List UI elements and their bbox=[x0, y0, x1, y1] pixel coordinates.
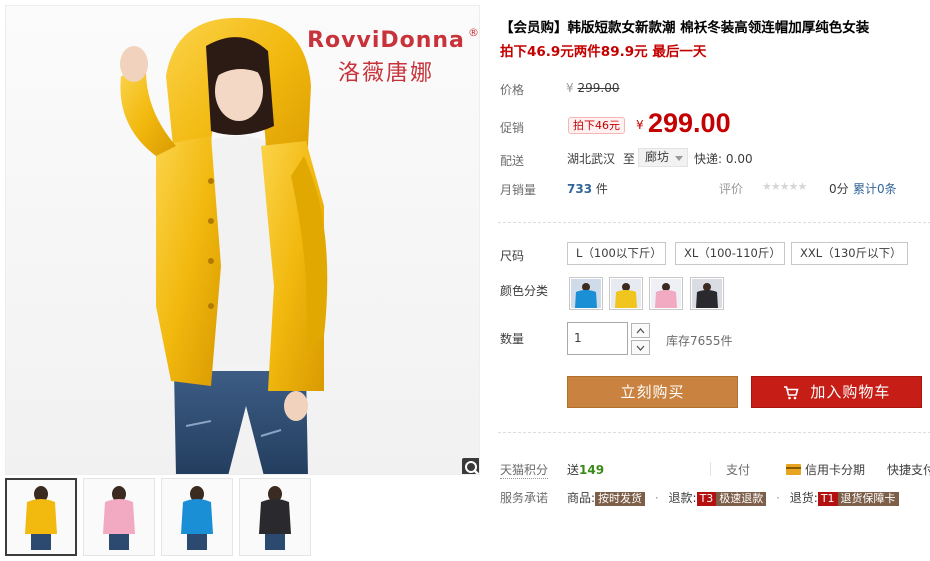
promo-label: 促销 bbox=[500, 121, 525, 135]
thumbnail-image bbox=[103, 486, 135, 550]
thumbnail-pink[interactable] bbox=[83, 478, 155, 556]
thumbnail-black[interactable] bbox=[239, 478, 311, 556]
express-label: 快递: bbox=[694, 152, 723, 166]
service-label: 服务承诺 bbox=[500, 491, 549, 505]
points-amount: 149 bbox=[579, 463, 605, 477]
monthly-sales: 733 件 bbox=[567, 180, 608, 197]
buy-now-button[interactable]: 立刻购买 bbox=[567, 376, 738, 408]
shipping-label: 配送 bbox=[500, 154, 525, 168]
color-swatch-yellow[interactable] bbox=[609, 277, 643, 310]
product-subtitle: 拍下46.9元两件89.9元 最后一天 bbox=[500, 44, 707, 60]
thumbnail-yellow[interactable] bbox=[5, 478, 77, 556]
color-swatch-pink[interactable] bbox=[649, 277, 683, 310]
add-to-cart-button[interactable]: 加入购物车 bbox=[751, 376, 922, 408]
brand-name-en: RovviDonna bbox=[307, 28, 465, 53]
swatch-image bbox=[651, 279, 681, 308]
review-count-link[interactable]: 累计0条 bbox=[853, 180, 897, 197]
points-give-word: 送 bbox=[567, 463, 580, 477]
size-option-l[interactable]: L（100以下斤） bbox=[567, 242, 666, 265]
sales-count: 733 bbox=[567, 182, 593, 196]
stock-text: 库存7655件 bbox=[666, 334, 733, 348]
express-fee: 快递: 0.00 bbox=[694, 150, 753, 167]
currency-symbol: ¥ bbox=[566, 81, 574, 95]
points-give: 送149 bbox=[567, 461, 604, 478]
color-swatch-blue[interactable] bbox=[569, 277, 603, 310]
promo-tag: 拍下46元 bbox=[568, 117, 625, 134]
destination-select[interactable]: 廊坊 bbox=[638, 148, 689, 167]
thumbnail-blue[interactable] bbox=[161, 478, 233, 556]
payment-label: 支付 bbox=[726, 463, 751, 477]
refund-t-badge: T3 bbox=[696, 492, 717, 506]
original-price: ¥ 299.00 bbox=[566, 81, 619, 95]
thumbnail-strip bbox=[5, 478, 311, 556]
chevron-down-icon bbox=[675, 156, 684, 161]
monthly-sales-label: 月销量 bbox=[500, 183, 537, 197]
color-label: 颜色分类 bbox=[500, 284, 549, 298]
main-product-image[interactable]: RovviDonna ® 洛薇唐娜 bbox=[5, 5, 480, 475]
return-label: 退货: bbox=[789, 491, 818, 505]
rating-stars: ★★★★★ bbox=[762, 180, 807, 193]
magnifier-icon bbox=[465, 461, 479, 474]
thumbnail-image bbox=[181, 486, 213, 550]
price-label: 价格 bbox=[500, 83, 525, 97]
refund-label: 退款: bbox=[668, 491, 697, 505]
return-t-badge: T1 bbox=[817, 492, 838, 506]
swatch-image bbox=[692, 279, 722, 308]
chevron-down-icon bbox=[636, 345, 645, 351]
quantity-increase-button[interactable] bbox=[631, 323, 650, 338]
swatch-image bbox=[571, 279, 601, 308]
sales-unit: 件 bbox=[595, 182, 608, 196]
thumbnail-image bbox=[25, 486, 57, 550]
divider bbox=[710, 462, 711, 476]
goods-label: 商品: bbox=[567, 491, 596, 505]
credit-installment[interactable]: 信用卡分期 bbox=[786, 461, 865, 478]
rating-label: 评价 bbox=[719, 182, 744, 196]
destination-value: 廊坊 bbox=[645, 150, 670, 164]
service-commitments: 商品: 按时发货 · 退款: T3 极速退款 · 退货: T1 退货保障卡 bbox=[567, 489, 899, 506]
color-swatch-black[interactable] bbox=[690, 277, 724, 310]
ship-to-word: 至 bbox=[623, 152, 636, 166]
fast-refund-badge[interactable]: 极速退款 bbox=[716, 492, 767, 506]
size-option-xxl[interactable]: XXL（130斤以下） bbox=[791, 242, 908, 265]
promo-currency: ¥ bbox=[636, 118, 644, 132]
quick-pay: 快捷支付 bbox=[887, 463, 930, 477]
brand-name-cn: 洛薇唐娜 bbox=[337, 61, 434, 86]
divider bbox=[498, 432, 930, 433]
quantity-decrease-button[interactable] bbox=[631, 340, 650, 355]
cart-icon bbox=[783, 385, 799, 399]
divider bbox=[498, 222, 930, 223]
swatch-image bbox=[611, 279, 641, 308]
size-label: 尺码 bbox=[500, 249, 525, 263]
zoom-button[interactable] bbox=[462, 458, 479, 474]
add-to-cart-label: 加入购物车 bbox=[810, 383, 891, 401]
credit-card-icon bbox=[786, 464, 801, 475]
rating-score: 0分 bbox=[829, 182, 849, 196]
product-gallery: RovviDonna ® 洛薇唐娜 bbox=[0, 0, 480, 561]
express-fee-value: 0.00 bbox=[725, 152, 753, 166]
promo-price: 299.00 bbox=[648, 108, 731, 138]
quantity-input[interactable]: 1 bbox=[567, 322, 628, 355]
thumbnail-image bbox=[259, 486, 291, 550]
quantity-label: 数量 bbox=[500, 332, 525, 346]
ship-from: 湖北武汉 bbox=[567, 152, 616, 166]
on-time-shipping-badge[interactable]: 按时发货 bbox=[595, 492, 646, 506]
product-title: 【会员购】韩版短款女新款潮 棉袄冬装高领连帽加厚纯色女装 bbox=[500, 20, 870, 36]
size-option-xl[interactable]: XL（100-110斤） bbox=[675, 242, 785, 265]
chevron-up-icon bbox=[636, 327, 645, 333]
return-guarantee-badge[interactable]: 退货保障卡 bbox=[837, 492, 899, 506]
credit-installment-label: 信用卡分期 bbox=[805, 463, 866, 477]
product-info-panel: 【会员购】韩版短款女新款潮 棉袄冬装高领连帽加厚纯色女装 拍下46.9元两件89… bbox=[498, 0, 930, 561]
registered-mark: ® bbox=[468, 26, 479, 39]
brand-logo: RovviDonna ® 洛薇唐娜 bbox=[291, 26, 479, 87]
original-price-value: 299.00 bbox=[577, 81, 620, 95]
tmall-points-label[interactable]: 天猫积分 bbox=[500, 461, 549, 479]
